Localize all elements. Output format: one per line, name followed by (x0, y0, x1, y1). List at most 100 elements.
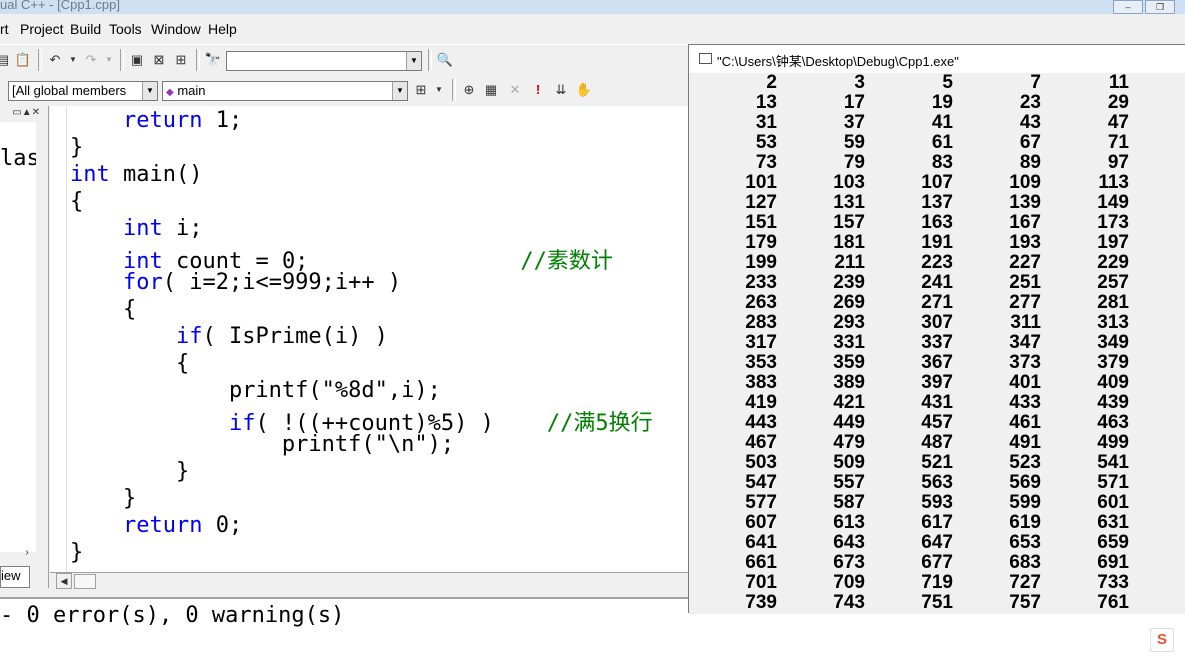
chevron-down-icon[interactable]: ▼ (392, 82, 407, 100)
console-number: 349 (1097, 332, 1129, 353)
console-number: 397 (921, 372, 953, 393)
console-number: 367 (921, 352, 953, 373)
standard-toolbar: ▤ 📋 ↶ ▼ ↷ ▼ ▣ ⊠ ⊞ 🔭 ▼ 🔍 (0, 44, 688, 75)
find-icon[interactable]: 🔍 (436, 51, 454, 69)
console-number: 281 (1097, 292, 1129, 313)
tab-class-view[interactable]: iew (0, 566, 30, 588)
menu-build[interactable]: Build (70, 21, 101, 37)
console-number: 499 (1097, 432, 1129, 453)
console-number: 449 (833, 412, 865, 433)
vertical-scrollbar[interactable] (36, 122, 48, 552)
console-number: 353 (745, 352, 777, 373)
console-title: "C:\Users\钟某\Desktop\Debug\Cpp1.exe" (717, 54, 959, 69)
console-number: 383 (745, 372, 777, 393)
compile-icon[interactable]: ⊕ (460, 81, 478, 99)
console-number: 157 (833, 212, 865, 233)
console-number: 467 (745, 432, 777, 453)
console-number: 211 (834, 252, 865, 273)
code-line: printf("\n"); (70, 432, 455, 457)
build-icon[interactable]: ▦ (482, 81, 500, 99)
console-number: 151 (745, 212, 777, 233)
chevron-down-icon[interactable]: ▼ (406, 52, 421, 70)
undo-icon[interactable]: ↶ (46, 51, 64, 69)
workspace-icon[interactable]: ▣ (128, 51, 146, 69)
panel-buttons-icon[interactable]: ▭▲✕ (0, 106, 40, 120)
console-number: 149 (1097, 192, 1129, 213)
console-number: 457 (921, 412, 953, 433)
minimize-button[interactable]: – (1113, 0, 1143, 14)
wizard-dropdown-icon[interactable]: ▼ (430, 81, 448, 99)
console-number: 43 (1019, 112, 1041, 133)
console-title-bar[interactable]: "C:\Users\钟某\Desktop\Debug\Cpp1.exe" (689, 45, 1185, 73)
console-number: 373 (1009, 352, 1041, 373)
restore-button[interactable]: ❐ (1145, 0, 1175, 14)
chevron-right-icon[interactable]: › (18, 544, 36, 562)
menu-insert[interactable]: rt (0, 21, 9, 37)
breakpoint-hand-icon[interactable]: ✋ (575, 81, 593, 99)
console-number: 569 (1009, 472, 1041, 493)
code-editor[interactable]: return 1; } int main() { int i; int coun… (50, 106, 690, 572)
console-number: 379 (1097, 352, 1129, 373)
console-number: 461 (1009, 412, 1041, 433)
console-number: 193 (1009, 232, 1041, 253)
console-number: 5 (942, 72, 953, 93)
console-number: 11 (1108, 72, 1129, 93)
console-number: 577 (745, 492, 777, 513)
console-number: 241 (921, 272, 953, 293)
execute-icon[interactable]: ! (529, 81, 547, 99)
console-number: 31 (755, 112, 777, 133)
menu-tools[interactable]: Tools (109, 21, 142, 37)
paste-icon[interactable]: 📋 (14, 51, 32, 69)
console-number: 137 (921, 192, 953, 213)
console-number: 331 (833, 332, 865, 353)
horizontal-scrollbar[interactable]: ◀ (50, 572, 688, 589)
console-number: 89 (1019, 152, 1041, 173)
class-tree-item[interactable]: las (0, 146, 40, 171)
console-number: 233 (745, 272, 777, 293)
console-number: 59 (843, 132, 865, 153)
console-number: 347 (1009, 332, 1041, 353)
console-number: 631 (1097, 512, 1129, 533)
go-icon[interactable]: ⇊ (552, 81, 570, 99)
scroll-left-icon[interactable]: ◀ (56, 573, 72, 589)
console-number: 761 (1097, 592, 1129, 613)
stop-build-icon[interactable]: ✕ (506, 81, 524, 99)
console-number: 67 (1019, 132, 1041, 153)
output-window-icon[interactable]: ⊠ (150, 51, 168, 69)
console-number: 751 (921, 592, 953, 613)
menu-project[interactable]: Project (20, 21, 64, 37)
console-number: 653 (1009, 532, 1041, 553)
console-number: 167 (1009, 212, 1041, 233)
scope-combo[interactable]: [All global members ▼ (8, 81, 158, 101)
console-number: 223 (921, 252, 953, 273)
class-view-tree[interactable]: las (0, 122, 40, 552)
console-number: 313 (1097, 312, 1129, 333)
undo-dropdown-icon[interactable]: ▼ (64, 51, 82, 69)
ime-tray-icon[interactable]: S (1150, 628, 1174, 652)
menu-window[interactable]: Window (151, 21, 201, 37)
save-all-icon[interactable]: ▤ (0, 51, 12, 69)
toolbar-separator (452, 79, 456, 101)
scroll-thumb[interactable] (74, 574, 96, 589)
console-window[interactable]: "C:\Users\钟某\Desktop\Debug\Cpp1.exe" 2 35… (688, 44, 1185, 614)
function-combo-value: main (177, 83, 206, 98)
menu-help[interactable]: Help (208, 21, 237, 37)
wizard-action-icon[interactable]: ⊞ (412, 81, 430, 99)
console-number: 547 (745, 472, 777, 493)
console-number: 571 (1097, 472, 1129, 493)
console-number: 131 (833, 192, 865, 213)
console-number: 433 (1009, 392, 1041, 413)
console-number: 409 (1097, 372, 1129, 393)
function-combo[interactable]: ◆ main ▼ (162, 81, 408, 101)
console-number: 2 (766, 72, 777, 93)
find-combo[interactable]: ▼ (226, 51, 422, 71)
window-list-icon[interactable]: ⊞ (172, 51, 190, 69)
console-number: 587 (833, 492, 865, 513)
code-line: return 1; (122, 108, 243, 133)
console-number: 337 (921, 332, 953, 353)
find-in-files-icon[interactable]: 🔭 (204, 51, 222, 69)
console-number: 199 (745, 252, 777, 273)
redo-dropdown-icon[interactable]: ▼ (100, 51, 118, 69)
redo-icon[interactable]: ↷ (82, 51, 100, 69)
chevron-down-icon[interactable]: ▼ (142, 82, 157, 100)
